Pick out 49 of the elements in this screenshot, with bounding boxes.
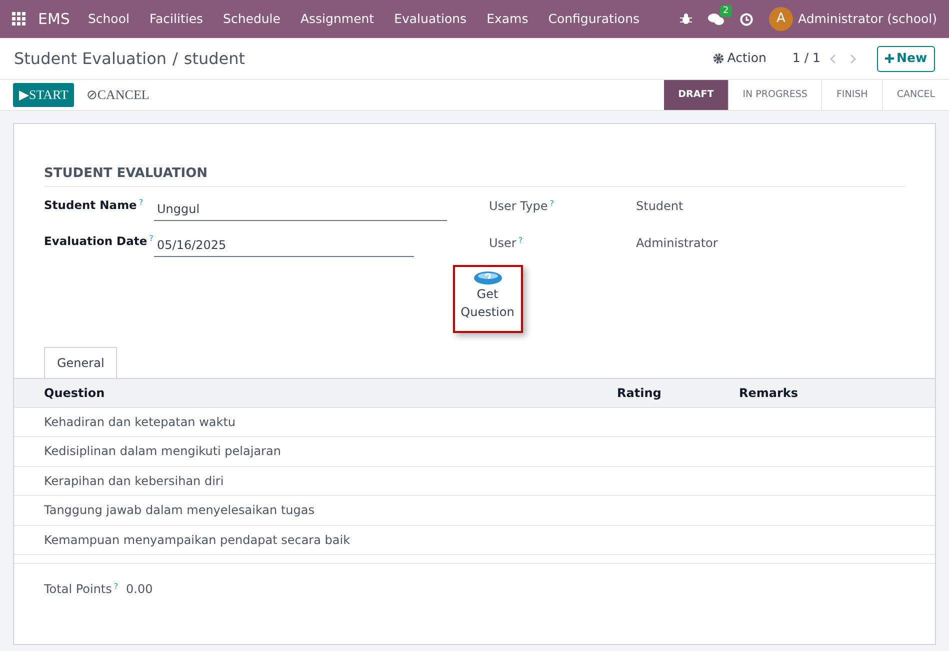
cancel-button[interactable]: ⊘CANCEL — [86, 83, 150, 107]
breadcrumb-separator: / — [172, 48, 178, 70]
action-button[interactable]: Action — [713, 49, 766, 68]
input-field[interactable]: 05/16/2025 — [154, 232, 414, 256]
gear-icon — [713, 53, 724, 64]
column-header[interactable]: Rating — [615, 384, 737, 402]
user-name[interactable]: Administrator (school) — [798, 10, 937, 28]
pager-value: 1 / 1 — [792, 49, 820, 68]
table-cell-text: Tanggung jawab dalam menyelesaikan tugas — [43, 502, 316, 520]
breadcrumb-link[interactable]: Student Evaluation — [14, 46, 166, 70]
get-question-button[interactable]: Get Question — [452, 264, 522, 332]
clock-icon[interactable] — [740, 12, 753, 26]
help-icon — [472, 270, 502, 284]
plus-icon — [884, 54, 894, 63]
nav-menu-item[interactable]: Exams — [476, 10, 538, 28]
nav-menu-item[interactable]: Facilities — [139, 10, 214, 28]
input-field[interactable]: Unggul — [154, 196, 447, 220]
start-button[interactable]: ▶START — [13, 83, 74, 107]
field-value: Administrator — [636, 234, 718, 252]
field-label: Total Points$^{?}$ — [44, 581, 120, 598]
nav-menu-item[interactable]: Schedule — [213, 10, 290, 28]
breadcrumb-current: student — [184, 48, 246, 70]
field-label: User$^{?}$ — [489, 234, 524, 252]
field-label: Evaluation Date$^{?}$ — [44, 232, 154, 250]
table-cell-text: Kehadiran dan ketepatan waktu — [43, 414, 237, 431]
chat-icon[interactable] — [708, 12, 724, 26]
tab[interactable]: General — [44, 346, 118, 378]
nav-menu-item[interactable]: School — [78, 10, 140, 28]
nav-menu-item[interactable]: Assignment — [290, 10, 384, 28]
field-value: Student — [636, 198, 684, 214]
status-step[interactable]: IN PROGRESS — [728, 80, 822, 110]
apps-menu-icon[interactable] — [12, 12, 26, 26]
table-cell-text: Kemampuan menyampaikan pendapat secara baik — [43, 532, 352, 549]
nav-menu-item[interactable]: Configurations — [538, 10, 650, 28]
new-button[interactable]: New — [876, 46, 935, 72]
user-avatar[interactable]: A — [768, 7, 793, 31]
bug-icon[interactable] — [680, 13, 692, 25]
status-step[interactable]: DRAFT — [664, 80, 728, 110]
table-cell-text: Kerapihan dan kebersihan diri — [43, 472, 225, 490]
app-name[interactable]: EMS — [38, 8, 70, 30]
field-label: Student Name$^{?}$ — [44, 196, 144, 214]
field-value: 0.00 — [126, 581, 153, 598]
nav-menu-item[interactable]: Evaluations — [384, 10, 477, 28]
section-title: STUDENT EVALUATION — [44, 164, 905, 186]
table-cell-text: Kedisiplinan dalam mengikuti pelajaran — [43, 443, 282, 460]
message-count-badge: 2 — [720, 4, 732, 16]
column-header[interactable]: Question — [14, 384, 615, 402]
column-header[interactable]: Remarks — [737, 384, 935, 402]
field-label: User Type$^{?}$ — [489, 198, 555, 214]
